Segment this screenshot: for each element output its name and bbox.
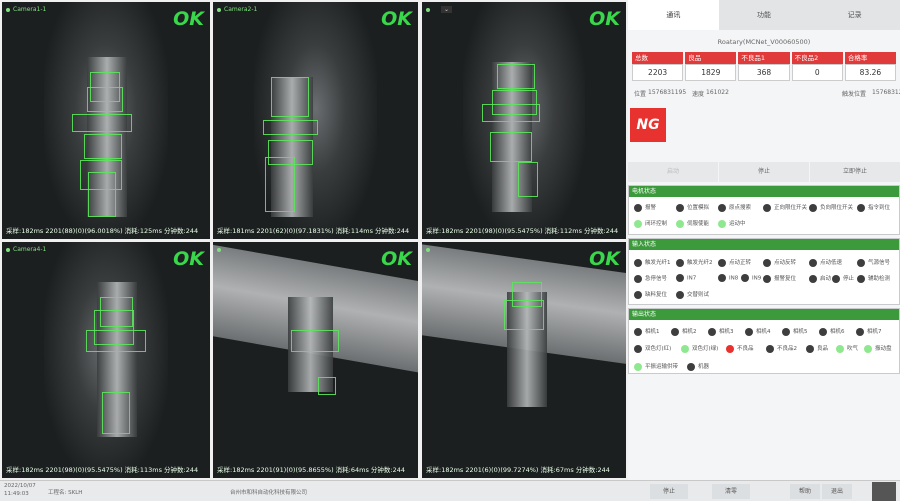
io-in-5: 点动低速 — [809, 258, 842, 267]
ok-status: OK — [381, 8, 412, 30]
io-out-14: 振动盘 — [864, 344, 892, 353]
project-name: 工程名: SKLH — [48, 490, 83, 496]
start-button[interactable]: 启动 — [628, 162, 718, 182]
status-bar: 2022/10/07 11:49:03 工程名: SKLH 台州市和科自动化科技… — [0, 480, 900, 501]
io-in-3: 点动正转 — [718, 258, 751, 267]
control-buttons: 启动 停止 立即停止 — [628, 162, 900, 182]
panel-tabs: 通讯 功能 记录 — [628, 0, 900, 30]
position-readout: 位置 1576831195 速度 161022 触发位置 15768312 — [634, 89, 900, 98]
io-in-11: 报警复位 — [763, 274, 796, 283]
io-out-16: 机器 — [687, 362, 709, 371]
io-motor-servo: 伺服使能 — [676, 219, 709, 228]
io-in-9: IN8 — [718, 274, 738, 282]
io-in-10: IN9 — [741, 274, 761, 282]
io-in-13: 停止 — [832, 274, 854, 283]
camera-info: 采样:182ms 2201(98)(0)(95.5475%) 消耗:113ms … — [6, 466, 199, 474]
io-out-5: 相机5 — [782, 327, 808, 336]
motor-status-group: 电机状态 报警 位置模拟 原点搜索 正向限位开关 负向限位开关 指令到位 闭环控… — [628, 185, 900, 235]
io-motor-moving: 运动中 — [718, 219, 746, 228]
io-in-14: 辅助检测 — [857, 274, 890, 283]
camera-info: 采样:182ms 2201(88)(0)(96.0018%) 消耗:125ms … — [6, 227, 199, 235]
help-button[interactable]: 帮助 — [790, 484, 820, 499]
ok-status: OK — [173, 8, 204, 30]
datetime: 2022/10/07 11:49:03 — [4, 483, 36, 497]
io-in-15: 缺料复位 — [634, 290, 667, 299]
ok-status: OK — [589, 248, 620, 270]
company-name: 台州市和科自动化科技有限公司 — [230, 490, 308, 496]
io-out-3: 相机3 — [708, 327, 734, 336]
exit-button[interactable]: 退出 — [822, 484, 852, 499]
input-status-group: 输入状态 触发光纤1 触发光纤2 点动正转 点动反转 点动低速 气源信号 急停信… — [628, 238, 900, 305]
camera-view-4[interactable]: Camera4-1 OK 采样:182ms 2201(98)(0)(95.547… — [2, 242, 210, 478]
io-out-10: 不良品 — [726, 344, 754, 353]
camera-info: 采样:182ms 2201(6)(0)(99.7274%) 消耗:67ms 分钟… — [426, 466, 610, 474]
chevron-down-icon[interactable]: ⌄ — [441, 6, 453, 13]
camera-info: 采样:181ms 2201(62)(0)(97.1831%) 消耗:114ms … — [217, 227, 410, 235]
stat-total: 总数 2203 — [632, 52, 684, 81]
io-in-16: 交替则试 — [676, 290, 709, 299]
io-out-4: 相机4 — [745, 327, 771, 336]
camera-info: 采样:182ms 2201(91)(0)(95.8655%) 消耗:64ms 分… — [217, 466, 406, 474]
camera-name — [426, 246, 433, 253]
stat-pass-rate: 合格率 83.26 — [844, 52, 897, 81]
stop-button[interactable]: 停止 — [719, 162, 809, 182]
io-motor-position: 位置模拟 — [676, 203, 709, 212]
camera-name: ⌄ — [426, 6, 453, 13]
tab-records[interactable]: 记录 — [809, 0, 900, 30]
io-motor-alarm: 报警 — [634, 203, 656, 212]
io-out-6: 相机6 — [819, 327, 845, 336]
ok-status: OK — [381, 248, 412, 270]
camera-name: Camera2-1 — [217, 6, 257, 13]
camera-view-6[interactable]: OK 采样:182ms 2201(6)(0)(99.7274%) 消耗:67ms… — [422, 242, 626, 478]
io-motor-home: 原点搜索 — [718, 203, 751, 212]
io-out-12: 良品 — [806, 344, 828, 353]
camera-name: Camera1-1 — [6, 6, 46, 13]
io-out-13: 吹气 — [836, 344, 858, 353]
io-in-8: IN7 — [676, 274, 696, 282]
io-motor-fwd-limit: 正向限位开关 — [763, 203, 807, 212]
stat-good: 良品 1829 — [685, 52, 737, 81]
tab-function[interactable]: 功能 — [719, 0, 810, 30]
io-in-6: 气源信号 — [857, 258, 890, 267]
io-motor-rev-limit: 负向限位开关 — [809, 203, 853, 212]
stop-button-bottom[interactable]: 停止 — [650, 484, 688, 499]
tab-communication[interactable]: 通讯 — [628, 0, 719, 30]
io-in-7: 急停信号 — [634, 274, 667, 283]
camera-view-2[interactable]: Camera2-1 OK 采样:181ms 2201(62)(0)(97.183… — [213, 2, 418, 239]
camera-grid: Camera1-1 OK 采样:182ms 2201(88)(0)(96.001… — [0, 0, 628, 480]
camera-view-3[interactable]: ⌄ OK 采样:182ms 2201(98)(0)(95.5475%) 消耗:1… — [422, 2, 626, 239]
io-out-2: 相机2 — [671, 327, 697, 336]
stat-bad2: 不良品2 0 — [791, 52, 843, 81]
ok-status: OK — [173, 248, 204, 270]
io-out-1: 相机1 — [634, 327, 660, 336]
io-out-9: 双色灯(绿) — [681, 344, 718, 353]
brand-logo-icon — [872, 482, 896, 501]
ok-status: OK — [589, 8, 620, 30]
camera-info: 采样:182ms 2201(98)(0)(95.5475%) 消耗:112ms … — [426, 227, 619, 235]
stats-row: 总数 2203 良品 1829 不良品1 368 不良品2 0 合格率 83.26 — [632, 52, 897, 81]
ng-result-badge: NG — [630, 108, 666, 142]
station-name: Roatary(MCNet_V00060500) — [717, 38, 811, 46]
io-motor-in-position: 指令到位 — [857, 203, 890, 212]
stat-bad1: 不良品1 368 — [738, 52, 790, 81]
camera-view-5[interactable]: OK 采样:182ms 2201(91)(0)(95.8655%) 消耗:64m… — [213, 242, 418, 478]
io-in-4: 点动反转 — [763, 258, 796, 267]
io-in-2: 触发光纤2 — [676, 258, 713, 267]
io-in-12: 启动 — [809, 274, 831, 283]
output-status-group: 输出状态 相机1 相机2 相机3 相机4 相机5 相机6 相机7 双色灯(红) … — [628, 308, 900, 374]
io-in-1: 触发光纤1 — [634, 258, 671, 267]
camera-name: Camera4-1 — [6, 246, 46, 253]
camera-view-1[interactable]: Camera1-1 OK 采样:182ms 2201(88)(0)(96.001… — [2, 2, 210, 239]
emergency-stop-button[interactable]: 立即停止 — [810, 162, 900, 182]
io-out-15: 平振运输供带 — [634, 362, 678, 371]
io-out-7: 相机7 — [856, 327, 882, 336]
io-out-11: 不良品2 — [766, 344, 797, 353]
io-motor-closed-loop: 闭环控制 — [634, 219, 667, 228]
clear-button[interactable]: 清零 — [712, 484, 750, 499]
io-out-8: 双色灯(红) — [634, 344, 671, 353]
camera-name — [217, 246, 224, 253]
